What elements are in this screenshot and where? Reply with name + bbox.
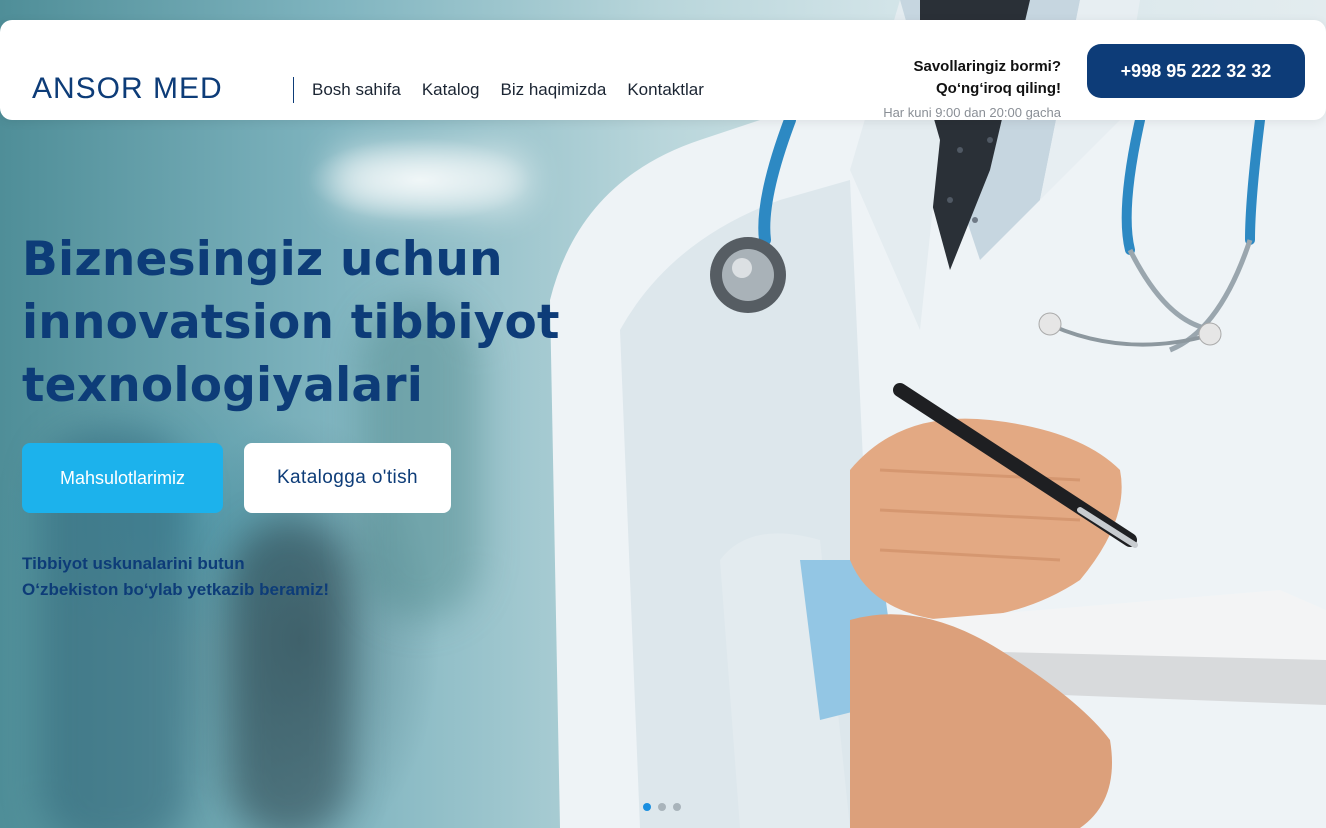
contact-info: Savollaringiz bormi? Qo‘ng‘iroq qiling! … <box>883 56 1061 120</box>
products-button[interactable]: Mahsulotlarimiz <box>22 443 223 513</box>
doctor-illustration <box>550 0 1326 828</box>
carousel-dot-2[interactable] <box>658 803 666 811</box>
carousel-dot-3[interactable] <box>673 803 681 811</box>
logo-divider <box>293 77 294 103</box>
nav-katalog[interactable]: Katalog <box>422 80 480 100</box>
nav-bosh-sahifa[interactable]: Bosh sahifa <box>312 80 401 100</box>
contact-question: Savollaringiz bormi? <box>913 58 1061 75</box>
carousel-dots <box>643 803 681 811</box>
phone-button[interactable]: +998 95 222 32 32 <box>1087 44 1305 98</box>
nav-biz-haqimizda[interactable]: Biz haqimizda <box>501 80 607 100</box>
carousel-dot-1[interactable] <box>643 803 651 811</box>
logo[interactable]: ANSOR MED <box>32 72 223 106</box>
hero-title: Biznesingiz uchun innovatsion tibbiyot t… <box>22 232 560 413</box>
contact-call: Qo‘ng‘iroq qiling! <box>936 80 1061 97</box>
nav-kontaktlar[interactable]: Kontaktlar <box>627 80 704 100</box>
tagline-line-2: O‘zbekiston bo‘ylab yetkazib beramiz! <box>22 580 330 599</box>
tagline-line-1: Tibbiyot uskunalarini butun <box>22 554 245 573</box>
contact-hours: Har kuni 9:00 dan 20:00 gacha <box>883 105 1061 120</box>
hero-tagline: Tibbiyot uskunalarini butun O‘zbekiston … <box>22 551 442 603</box>
main-nav: Bosh sahifa Katalog Biz haqimizda Kontak… <box>312 80 704 100</box>
catalog-button[interactable]: Katalogga o'tish <box>244 443 451 513</box>
